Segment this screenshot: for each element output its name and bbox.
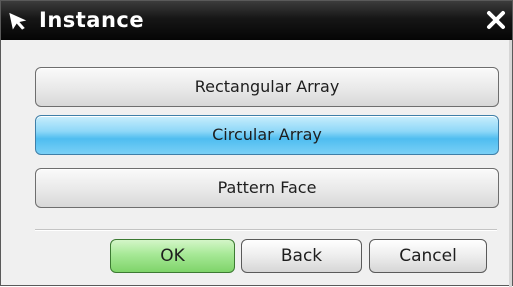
separator-highlight <box>35 230 497 231</box>
window-edge <box>509 40 512 287</box>
close-icon[interactable] <box>485 9 507 31</box>
ok-button[interactable]: OK <box>110 239 235 273</box>
rectangular-array-button[interactable]: Rectangular Array <box>35 67 499 107</box>
pattern-face-button[interactable]: Pattern Face <box>35 168 499 208</box>
dialog-title: Instance <box>39 8 145 32</box>
back-button[interactable]: Back <box>241 239 362 273</box>
cancel-button[interactable]: Cancel <box>369 239 487 273</box>
instance-dialog: Instance Rectangular Array Circular Arra… <box>0 0 513 287</box>
circular-array-button[interactable]: Circular Array <box>35 115 499 155</box>
cursor-arrow-icon <box>9 12 27 30</box>
title-bar[interactable]: Instance <box>1 1 512 40</box>
